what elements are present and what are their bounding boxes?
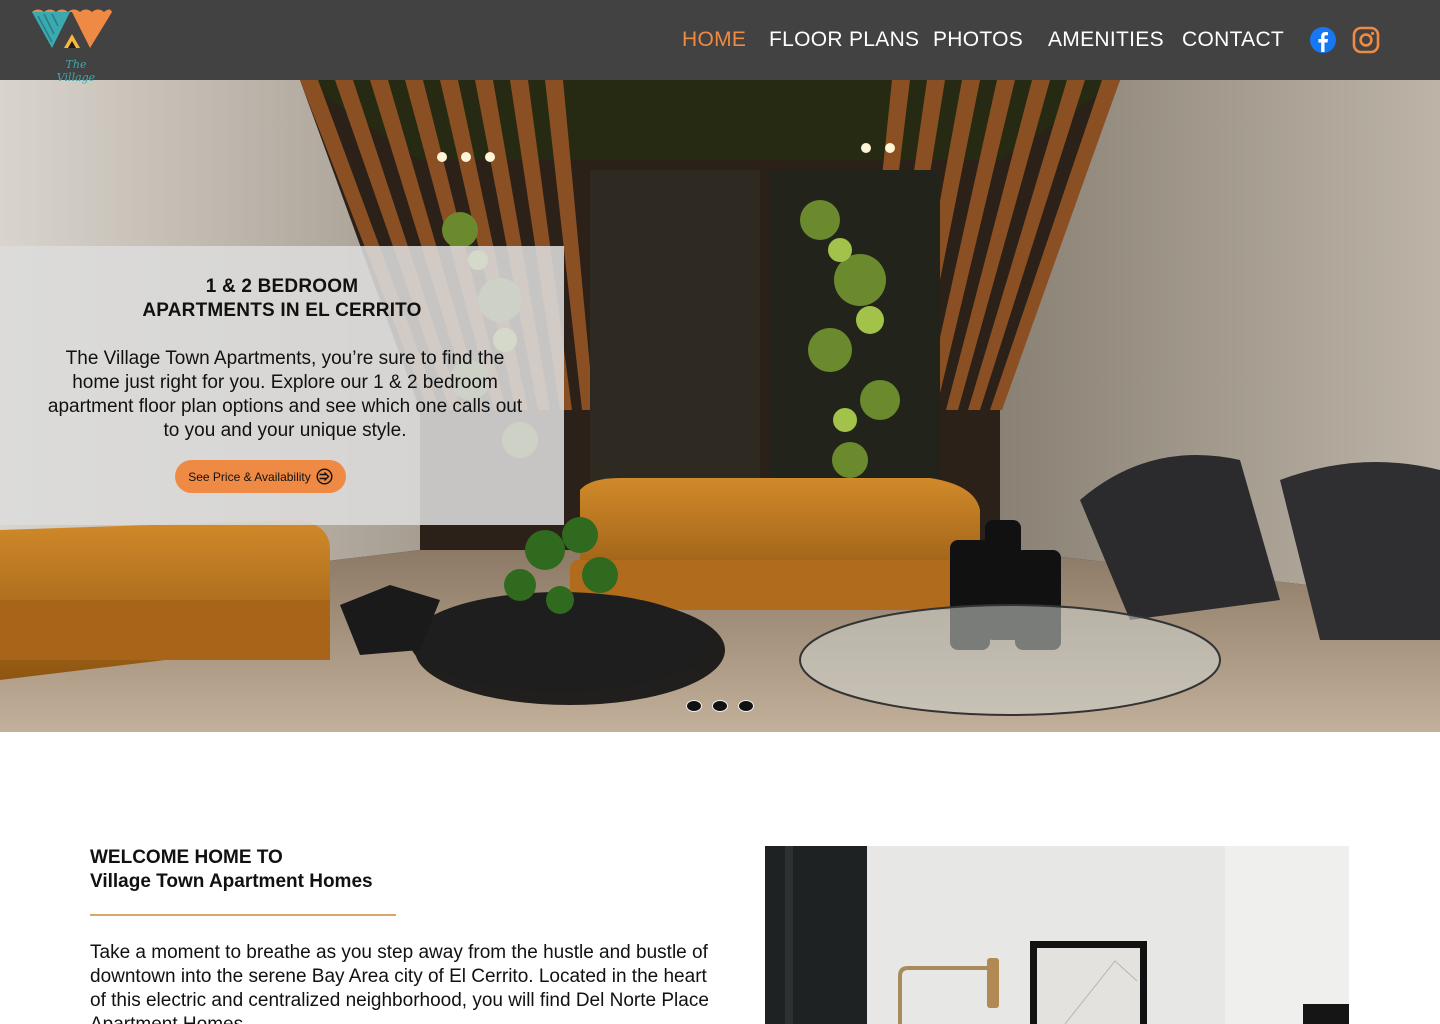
- nav-floor-plans[interactable]: FLOOR PLANS: [769, 27, 919, 53]
- village-logo[interactable]: The Village: [30, 8, 114, 84]
- logo-mark-icon: [32, 9, 112, 48]
- slider-dot-3[interactable]: [738, 700, 754, 712]
- slider-dots: [686, 700, 754, 713]
- slider-dot-2[interactable]: [712, 700, 728, 712]
- interior-image: [765, 846, 1349, 1024]
- see-price-availability-button[interactable]: See Price & Availability: [175, 460, 346, 493]
- facebook-icon: [1310, 27, 1336, 53]
- nav-home[interactable]: HOME: [682, 27, 746, 53]
- instagram-link[interactable]: [1351, 25, 1381, 55]
- nav-contact[interactable]: CONTACT: [1182, 27, 1284, 53]
- nav-photos[interactable]: PHOTOS: [933, 27, 1023, 53]
- site-header: The Village HOME FLOOR PLANS PHOTOS AMEN…: [0, 0, 1440, 84]
- interior-photo: [765, 846, 1349, 1024]
- logo-text: The Village: [56, 58, 96, 84]
- welcome-title-line1: WELCOME HOME TO: [90, 847, 283, 868]
- hero-title-line2: APARTMENTS IN EL CERRITO: [142, 300, 422, 321]
- facebook-link[interactable]: [1308, 25, 1338, 55]
- section-divider: [90, 914, 396, 916]
- hero-card: 1 & 2 BEDROOM APARTMENTS IN EL CERRITO T…: [0, 246, 564, 525]
- arrow-circle-icon: [316, 468, 333, 485]
- welcome-body: Take a moment to breathe as you step awa…: [90, 942, 709, 1024]
- nav-amenities[interactable]: AMENITIES: [1048, 27, 1164, 53]
- hero-title-line1: 1 & 2 BEDROOM: [205, 276, 359, 297]
- button-label: See Price & Availability: [188, 469, 311, 484]
- hero-description: The Village Town Apartments, you’re sure…: [47, 348, 523, 441]
- welcome-title: WELCOME HOME TO Village Town Apartment H…: [90, 846, 690, 894]
- welcome-title-line2: Village Town Apartment Homes: [90, 871, 373, 892]
- slider-dot-1[interactable]: [686, 700, 702, 712]
- hero-title: 1 & 2 BEDROOM APARTMENTS IN EL CERRITO: [0, 275, 564, 323]
- instagram-icon: [1352, 26, 1380, 54]
- hero-slider: 1 & 2 BEDROOM APARTMENTS IN EL CERRITO T…: [0, 80, 1440, 732]
